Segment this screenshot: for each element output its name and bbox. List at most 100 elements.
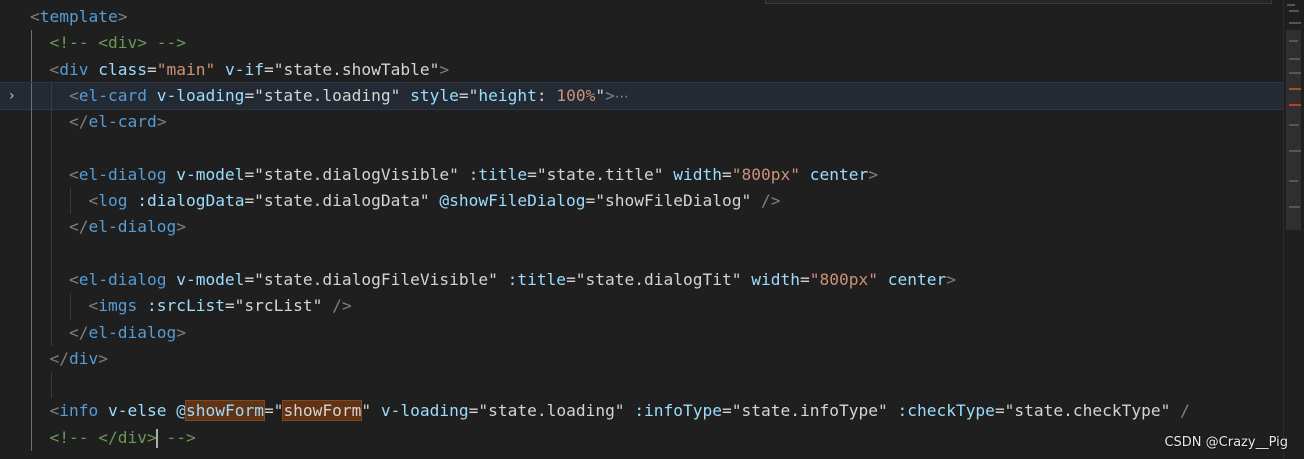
code-line[interactable]: <!-- <div> --> bbox=[0, 30, 1283, 57]
code-token: < bbox=[88, 296, 99, 316]
minimap-mark bbox=[1289, 22, 1301, 24]
code-token: template bbox=[39, 7, 118, 26]
minimap-mark bbox=[1289, 124, 1299, 126]
indent-guide bbox=[31, 372, 32, 399]
code-token: > bbox=[117, 7, 128, 26]
code-token: > bbox=[98, 348, 108, 368]
code-token: = bbox=[722, 164, 732, 184]
code-token: :infoType bbox=[634, 401, 723, 421]
code-token: ="state.loading" bbox=[244, 85, 401, 105]
code-line[interactable]: › <el-card v-loading="state.loading" sty… bbox=[0, 81, 1284, 111]
code-area[interactable]: <template> <!-- <div> --> <div class="ma… bbox=[0, 4, 1284, 452]
code-token: ="showFileDialog" bbox=[585, 191, 752, 211]
indent-guide bbox=[50, 161, 52, 189]
code-line[interactable]: </el-dialog> bbox=[0, 319, 1283, 346]
code-line[interactable]: <imgs :srcList="srcList" /> bbox=[0, 293, 1283, 320]
scrollbar-thumb[interactable] bbox=[1286, 30, 1301, 230]
code-token: ="state.dialogFileVisible" bbox=[244, 269, 498, 289]
indent-guide bbox=[31, 30, 32, 57]
code-token: :title bbox=[468, 164, 528, 184]
code-token: > bbox=[868, 164, 878, 184]
code-line[interactable]: <template> bbox=[0, 4, 1283, 30]
code-token: > bbox=[156, 112, 167, 132]
chevron-right-icon[interactable]: › bbox=[9, 83, 15, 109]
code-token: ="state.dialogData" bbox=[244, 191, 430, 211]
code-token: :title bbox=[507, 269, 567, 289]
code-line[interactable]: <el-dialog v-model="state.dialogFileVisi… bbox=[0, 266, 1283, 294]
code-line[interactable]: <div class="main" v-if="state.showTable"… bbox=[0, 56, 1283, 83]
code-token: < bbox=[88, 191, 99, 211]
code-token: width bbox=[751, 269, 800, 289]
code-token: :srcList bbox=[146, 296, 225, 316]
code-token: " bbox=[595, 85, 606, 105]
code-token: center bbox=[809, 164, 869, 184]
code-token: > bbox=[176, 217, 186, 237]
code-line[interactable]: <!-- </div> --> bbox=[0, 424, 1283, 452]
code-line[interactable] bbox=[0, 240, 1283, 267]
code-token: ="state.infoType" bbox=[722, 401, 888, 421]
indent-guide bbox=[31, 82, 32, 110]
code-line[interactable]: </el-dialog> bbox=[0, 214, 1283, 241]
code-line[interactable]: <el-dialog v-model="state.dialogVisible"… bbox=[0, 161, 1283, 189]
indent-guide bbox=[50, 240, 52, 267]
code-token: v-else bbox=[107, 401, 167, 421]
code-token: @showFileDialog bbox=[439, 191, 586, 211]
code-token: " bbox=[361, 401, 372, 421]
indent-guide bbox=[31, 319, 32, 346]
code-token: > bbox=[176, 322, 186, 342]
code-line[interactable]: </el-card> bbox=[0, 109, 1283, 136]
indent-guide bbox=[50, 135, 52, 162]
code-line[interactable]: </div> bbox=[0, 345, 1283, 373]
code-line[interactable]: <log :dialogData="state.dialogData" @sho… bbox=[0, 188, 1283, 215]
minimap-mark bbox=[1289, 206, 1300, 208]
code-editor[interactable]: <template> <!-- <div> --> <div class="ma… bbox=[0, 0, 1304, 459]
minimap-mark bbox=[1289, 72, 1301, 74]
code-token: = bbox=[146, 59, 157, 79]
indent-guide bbox=[31, 188, 32, 215]
code-token: style bbox=[410, 85, 459, 105]
vertical-scrollbar[interactable] bbox=[1283, 0, 1304, 459]
indent-guide bbox=[31, 424, 32, 452]
code-line[interactable]: <info v-else @showForm="showForm" v-load… bbox=[0, 398, 1283, 425]
code-token: v-model bbox=[176, 164, 245, 184]
folded-ellipsis-icon[interactable]: ⋯ bbox=[615, 89, 629, 105]
minimap-mark bbox=[1289, 104, 1301, 106]
code-token: ="state.dialogTit" bbox=[566, 269, 742, 289]
code-token: > bbox=[439, 59, 450, 79]
code-token: div bbox=[69, 348, 99, 368]
code-line[interactable] bbox=[0, 372, 1283, 399]
code-token: el-dialog bbox=[78, 269, 167, 289]
code-token: height bbox=[478, 85, 537, 105]
code-token: el-card bbox=[88, 112, 157, 132]
code-token: < bbox=[49, 59, 60, 79]
code-token: v-model bbox=[176, 269, 245, 289]
code-token: "800px" bbox=[809, 269, 878, 289]
code-token: center bbox=[887, 269, 947, 289]
code-token: "main" bbox=[156, 59, 216, 79]
indent-guide bbox=[50, 214, 52, 241]
code-token: :dialogData bbox=[137, 191, 245, 211]
code-token: v-loading bbox=[156, 85, 245, 105]
indent-guide bbox=[31, 293, 32, 320]
indent-guide bbox=[31, 345, 32, 373]
code-token: el-dialog bbox=[78, 164, 167, 184]
code-token: log bbox=[98, 191, 128, 211]
code-token: ="state.checkType" bbox=[994, 401, 1171, 421]
code-token: > bbox=[605, 85, 615, 105]
code-line[interactable] bbox=[0, 135, 1283, 162]
indent-guide bbox=[70, 188, 71, 215]
indent-guide bbox=[31, 135, 32, 162]
code-token: = bbox=[799, 269, 810, 289]
minimap-mark bbox=[1289, 88, 1301, 90]
